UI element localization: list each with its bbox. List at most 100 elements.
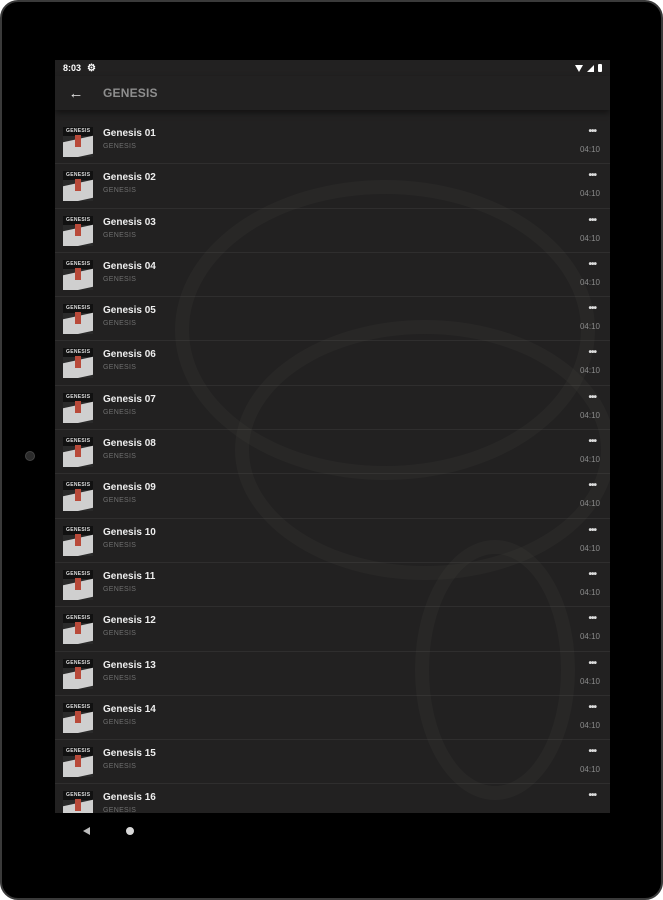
more-options-button[interactable]: ••• (588, 658, 596, 669)
track-title: Genesis 08 (103, 438, 156, 450)
track-duration: 04:10 (579, 676, 600, 686)
list-item[interactable]: GENESIS Genesis 11 GENESIS ••• 04:10 (55, 563, 610, 608)
album-art-icon: GENESIS (63, 437, 93, 468)
album-art-icon: GENESIS (63, 791, 93, 813)
thumbnail-label: GENESIS (66, 305, 91, 312)
track-list: GENESIS Genesis 01 GENESIS ••• 04:10 GEN… (55, 120, 610, 813)
thumbnail-label: GENESIS (66, 526, 91, 533)
front-camera (25, 451, 35, 461)
status-time: 8:03 (63, 63, 82, 73)
track-title: Genesis 12 (103, 615, 156, 627)
thumbnail-label: GENESIS (66, 748, 91, 755)
thumbnail-label: GENESIS (66, 349, 91, 356)
arrow-back-icon: ← (68, 84, 84, 102)
thumbnail-label: GENESIS (66, 570, 91, 577)
list-item[interactable]: GENESIS Genesis 14 GENESIS ••• 04:10 (55, 696, 610, 741)
track-duration: 04:10 (579, 587, 600, 597)
album-art-icon: GENESIS (63, 702, 93, 733)
thumbnail-label: GENESIS (66, 128, 91, 134)
signal-icon (587, 64, 594, 72)
track-subtitle: GENESIS (103, 763, 137, 771)
track-subtitle: GENESIS (103, 364, 137, 372)
battery-icon (598, 64, 602, 72)
thumbnail-label: GENESIS (66, 393, 91, 400)
more-options-button[interactable]: ••• (588, 126, 596, 137)
track-subtitle: GENESIS (103, 408, 137, 416)
list-item[interactable]: GENESIS Genesis 07 GENESIS ••• 04:10 (55, 386, 610, 431)
list-item[interactable]: GENESIS Genesis 09 GENESIS ••• 04:10 (55, 474, 610, 519)
back-button[interactable]: ← (55, 76, 97, 110)
list-item[interactable]: GENESIS Genesis 05 GENESIS ••• 04:10 (55, 297, 610, 342)
track-duration: 04:10 (579, 322, 600, 332)
more-options-button[interactable]: ••• (588, 480, 596, 491)
list-item[interactable]: GENESIS Genesis 16 GENESIS ••• (55, 784, 610, 813)
more-options-button[interactable]: ••• (588, 303, 596, 314)
list-item[interactable]: GENESIS Genesis 01 GENESIS ••• 04:10 (55, 120, 610, 165)
track-duration: 04:10 (579, 233, 600, 243)
album-art-icon: GENESIS (63, 392, 93, 423)
list-item[interactable]: GENESIS Genesis 13 GENESIS ••• 04:10 (55, 652, 610, 696)
track-subtitle: GENESIS (103, 585, 137, 593)
track-duration: 04:10 (579, 145, 600, 154)
track-title: Genesis 14 (103, 703, 156, 715)
album-art-icon: GENESIS (63, 614, 93, 645)
track-subtitle: GENESIS (103, 275, 137, 283)
more-options-button[interactable]: ••• (588, 436, 596, 447)
list-item[interactable]: GENESIS Genesis 08 GENESIS ••• 04:10 (55, 430, 610, 475)
list-item[interactable]: GENESIS Genesis 06 GENESIS ••• 04:10 (55, 341, 610, 386)
track-duration: 04:10 (579, 765, 600, 775)
nav-home-icon[interactable] (126, 826, 134, 835)
app-bar: ← GENESIS (55, 76, 610, 110)
more-options-button[interactable]: ••• (588, 746, 596, 757)
thumbnail-label: GENESIS (66, 615, 91, 622)
more-options-button[interactable]: ••• (588, 259, 596, 270)
more-options-button[interactable]: ••• (588, 392, 596, 403)
list-item[interactable]: GENESIS Genesis 15 GENESIS ••• 04:10 (55, 740, 610, 785)
track-subtitle: GENESIS (103, 674, 137, 682)
album-art-icon: GENESIS (63, 304, 93, 335)
track-title: Genesis 05 (103, 305, 156, 317)
thumbnail-label: GENESIS (66, 659, 91, 666)
more-options-button[interactable]: ••• (588, 790, 596, 801)
nav-back-icon[interactable] (83, 826, 90, 835)
track-title: Genesis 07 (103, 393, 156, 405)
track-title: Genesis 04 (103, 260, 156, 272)
track-duration: 04:10 (579, 720, 600, 730)
status-icons (575, 64, 602, 72)
gear-icon: ⚙ (87, 62, 96, 74)
list-item[interactable]: GENESIS Genesis 03 GENESIS ••• 04:10 (55, 209, 610, 253)
track-subtitle: GENESIS (103, 320, 137, 328)
more-options-button[interactable]: ••• (588, 525, 596, 536)
more-options-button[interactable]: ••• (588, 170, 596, 181)
list-item[interactable]: GENESIS Genesis 12 GENESIS ••• 04:10 (55, 607, 610, 652)
track-duration: 04:10 (579, 499, 600, 509)
track-duration: 04:10 (579, 543, 600, 553)
track-title: Genesis 03 (103, 216, 156, 228)
album-art-icon: GENESIS (63, 481, 93, 512)
track-title: Genesis 16 (103, 792, 156, 804)
list-item[interactable]: GENESIS Genesis 10 GENESIS ••• 04:10 (55, 519, 610, 563)
track-subtitle: GENESIS (103, 143, 137, 150)
track-subtitle: GENESIS (103, 187, 137, 195)
page-title: GENESIS (103, 86, 158, 100)
album-art-icon: GENESIS (63, 658, 93, 689)
list-item[interactable]: GENESIS Genesis 02 GENESIS ••• 04:10 (55, 164, 610, 209)
thumbnail-label: GENESIS (66, 482, 91, 489)
list-item[interactable]: GENESIS Genesis 04 GENESIS ••• 04:10 (55, 253, 610, 298)
thumbnail-label: GENESIS (66, 260, 91, 267)
more-options-button[interactable]: ••• (588, 569, 596, 580)
track-duration: 04:10 (579, 632, 600, 642)
track-duration: 04:10 (579, 189, 600, 199)
more-options-button[interactable]: ••• (588, 702, 596, 713)
more-options-button[interactable]: ••• (588, 613, 596, 624)
more-options-button[interactable]: ••• (588, 215, 596, 226)
track-duration: 04:10 (579, 455, 600, 465)
track-subtitle: GENESIS (103, 231, 137, 239)
track-subtitle: GENESIS (103, 541, 137, 549)
track-subtitle: GENESIS (103, 718, 137, 726)
status-bar: 8:03 ⚙ (55, 60, 610, 76)
album-art-icon: GENESIS (63, 259, 93, 290)
album-art-icon: GENESIS (63, 348, 93, 379)
thumbnail-label: GENESIS (66, 216, 91, 223)
more-options-button[interactable]: ••• (588, 347, 596, 358)
